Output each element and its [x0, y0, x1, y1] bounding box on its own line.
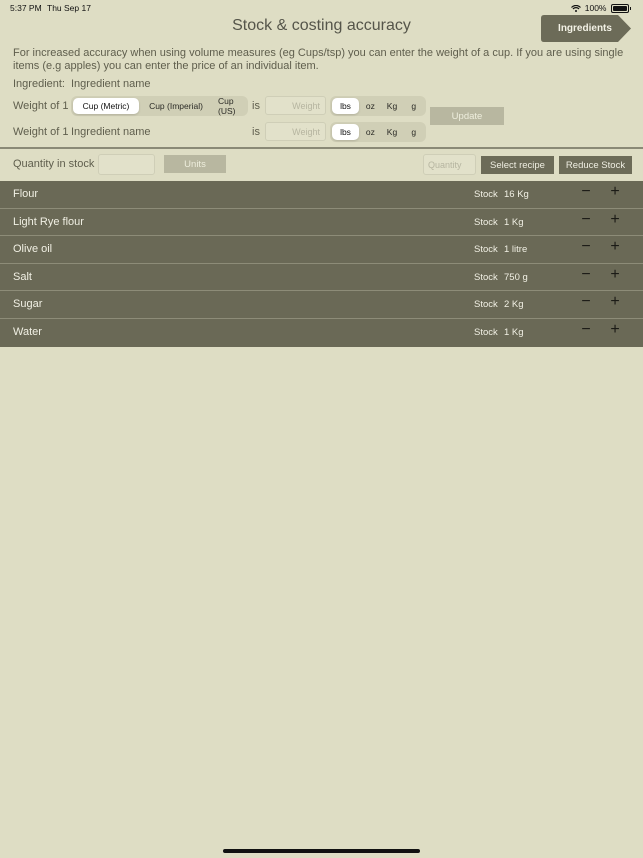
decrease-stock-button[interactable]: − — [579, 211, 593, 229]
decrease-stock-button[interactable]: − — [579, 238, 593, 256]
item-unit-oz-segment[interactable]: oz — [360, 124, 381, 140]
status-right: 100% — [570, 3, 631, 13]
item-name: Olive oil — [13, 243, 53, 256]
weight-unit-segmented[interactable]: lbs oz Kg g — [330, 96, 426, 116]
status-bar: 5:37 PM Thu Sep 17 100% — [0, 0, 643, 16]
decrease-stock-button[interactable]: − — [579, 266, 593, 284]
battery-icon — [610, 3, 629, 13]
battery-tip — [629, 6, 631, 10]
stock-quantity: 750 g — [504, 271, 528, 283]
ingredient-label: Ingredient: — [13, 78, 65, 90]
decrease-stock-button[interactable]: − — [579, 293, 593, 311]
item-unit-lbs-segment[interactable]: lbs — [332, 124, 359, 140]
increase-stock-button[interactable]: + — [608, 266, 622, 284]
cup-imperial-segment[interactable]: Cup (Imperial) — [140, 98, 212, 114]
weight-input[interactable]: Weight — [265, 96, 326, 115]
increase-stock-button[interactable]: + — [608, 211, 622, 229]
is-label-2: is — [252, 126, 260, 138]
item-name: Water — [13, 325, 42, 338]
stock-label: Stock — [474, 299, 498, 311]
cup-type-segmented[interactable]: Cup (Metric) Cup (Imperial) Cup (US) — [71, 96, 248, 116]
recipe-quantity-input[interactable]: Quantity — [423, 154, 476, 175]
list-item[interactable]: Salt Stock 750 g − + — [0, 264, 643, 292]
units-button[interactable]: Units — [164, 155, 226, 173]
item-name: Ingredient name — [71, 126, 151, 138]
weight-of-1-item-label: Weight of 1 — [13, 126, 69, 138]
stock-quantity-input[interactable] — [98, 154, 155, 175]
stock-label: Stock — [474, 216, 498, 228]
status-time: 5:37 PM — [10, 3, 42, 13]
item-unit-kg-segment[interactable]: Kg — [382, 124, 403, 140]
list-item[interactable]: Light Rye flour Stock 1 Kg − + — [0, 209, 643, 237]
ingredients-tab-button[interactable]: Ingredients — [541, 15, 631, 42]
list-item[interactable]: Sugar Stock 2 Kg − + — [0, 291, 643, 319]
status-date: Thu Sep 17 — [47, 3, 91, 13]
stock-label: Stock — [474, 189, 498, 200]
decrease-stock-button[interactable]: − — [579, 183, 593, 201]
increase-stock-button[interactable]: + — [608, 183, 622, 201]
increase-stock-button[interactable]: + — [608, 238, 622, 256]
list-item[interactable]: Flour Stock 16 Kg − + — [0, 181, 643, 209]
item-name: Flour — [13, 188, 39, 200]
home-indicator[interactable] — [223, 849, 420, 853]
item-unit-g-segment[interactable]: g — [403, 124, 424, 140]
cup-metric-segment[interactable]: Cup (Metric) — [73, 98, 139, 114]
is-label: is — [252, 100, 260, 112]
ingredients-tab-label: Ingredients — [558, 23, 612, 34]
list-item[interactable]: Water Stock 1 Kg − + — [0, 319, 643, 347]
section-divider — [0, 147, 643, 149]
list-item[interactable]: Olive oil Stock 1 litre − + — [0, 236, 643, 264]
ingredient-name: Ingredient name — [71, 78, 151, 90]
stock-quantity: 1 litre — [504, 244, 528, 256]
update-button[interactable]: Update — [430, 107, 504, 125]
item-weight-input[interactable]: Weight — [265, 122, 326, 141]
stock-label: Stock — [474, 326, 498, 338]
decrease-stock-button[interactable]: − — [579, 321, 593, 339]
info-text: For increased accuracy when using volume… — [13, 47, 624, 72]
select-recipe-button[interactable]: Select recipe — [481, 156, 554, 174]
item-weight-unit-segmented[interactable]: lbs oz Kg g — [330, 122, 426, 142]
increase-stock-button[interactable]: + — [608, 293, 622, 311]
reduce-stock-button[interactable]: Reduce Stock — [559, 156, 632, 174]
unit-lbs-segment[interactable]: lbs — [332, 98, 359, 114]
increase-stock-button[interactable]: + — [608, 321, 622, 339]
unit-kg-segment[interactable]: Kg — [382, 98, 403, 114]
battery-percent: 100% — [584, 3, 607, 13]
item-name: Sugar — [13, 298, 43, 311]
ingredient-stock-list: Flour Stock 16 Kg − + Light Rye flour St… — [0, 181, 643, 347]
stock-quantity: 16 Kg — [504, 189, 529, 200]
stock-label: Stock — [474, 244, 498, 256]
stock-quantity: 1 Kg — [504, 216, 524, 228]
weight-of-1-label: Weight of 1 — [13, 100, 69, 112]
stock-label: Stock — [474, 271, 498, 283]
unit-g-segment[interactable]: g — [403, 98, 424, 114]
cup-us-segment[interactable]: Cup (US) — [213, 96, 246, 116]
unit-oz-segment[interactable]: oz — [360, 98, 381, 114]
stock-quantity: 2 Kg — [504, 299, 524, 311]
stock-quantity: 1 Kg — [504, 326, 524, 338]
item-name: Salt — [13, 270, 32, 283]
item-name: Light Rye flour — [13, 215, 84, 228]
quantity-in-stock-label: Quantity in stock — [13, 158, 95, 170]
wifi-icon — [570, 4, 581, 12]
